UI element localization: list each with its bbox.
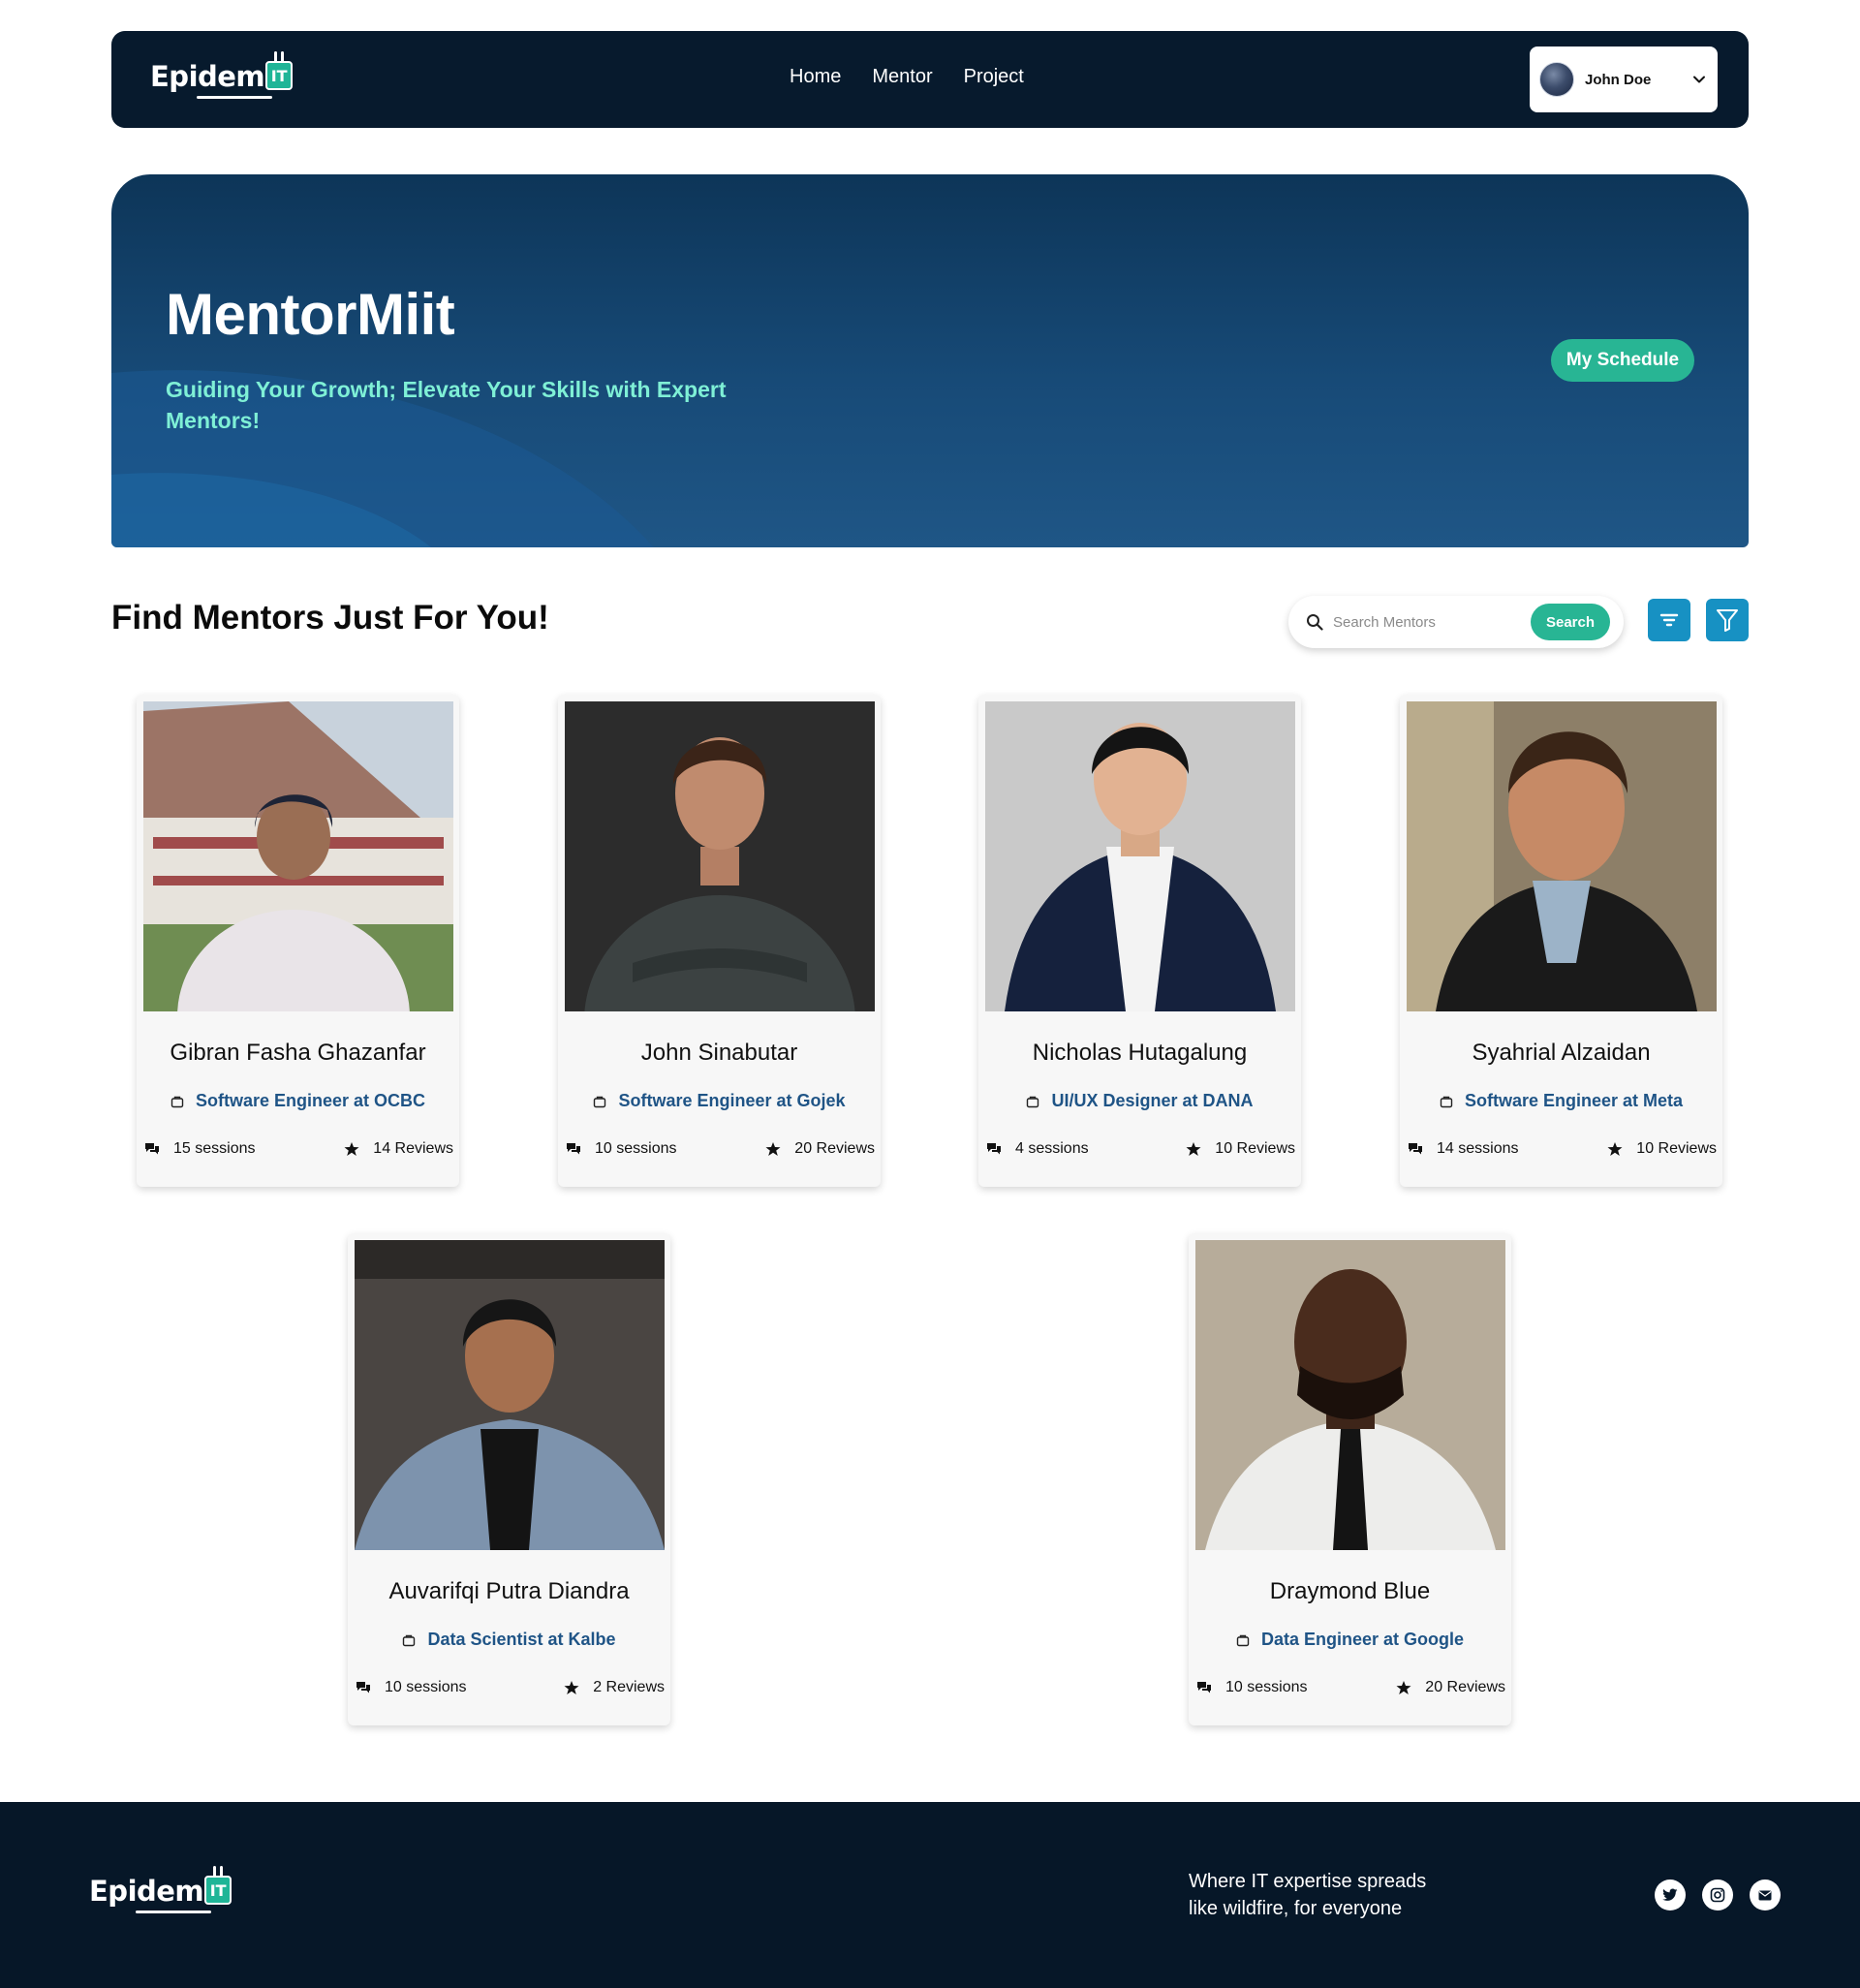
footer-tagline: Where IT expertise spreads like wildfire… xyxy=(1189,1871,1427,1919)
mentor-photo xyxy=(355,1240,665,1550)
chat-bubbles-icon xyxy=(567,1143,580,1155)
user-avatar xyxy=(1539,62,1574,97)
mentor-card[interactable]: Auvarifqi Putra Diandra Data Scientist a… xyxy=(348,1233,670,1725)
nav-link-home[interactable]: Home xyxy=(790,66,841,88)
instagram-icon xyxy=(1710,1887,1725,1903)
filter-funnel-icon xyxy=(1717,609,1738,632)
user-menu-dropdown[interactable]: John Doe xyxy=(1530,47,1718,112)
mentor-stats: 4 sessions 10 Reviews xyxy=(986,1140,1295,1158)
sort-button[interactable] xyxy=(1648,599,1690,641)
star-icon xyxy=(564,1681,579,1694)
twitter-icon xyxy=(1662,1888,1678,1901)
review-count: 10 Reviews xyxy=(1215,1140,1295,1157)
briefcase-icon xyxy=(1440,1096,1453,1107)
session-count: 15 sessions xyxy=(173,1140,256,1157)
mentor-role: Software Engineer at OCBC xyxy=(137,1091,459,1111)
mentor-name: Auvarifqi Putra Diandra xyxy=(388,1578,630,1604)
search-input[interactable] xyxy=(1333,613,1531,631)
briefcase-icon xyxy=(1236,1634,1250,1646)
mentor-card[interactable]: Syahrial Alzaidan Software Engineer at M… xyxy=(1400,695,1722,1187)
epidemit-logo[interactable]: Epidem IT xyxy=(150,51,294,99)
session-count: 10 sessions xyxy=(595,1140,677,1157)
star-icon xyxy=(765,1142,781,1156)
briefcase-icon xyxy=(170,1096,184,1107)
search-icon xyxy=(1307,614,1323,631)
chat-bubbles-icon xyxy=(356,1682,370,1693)
star-icon xyxy=(344,1142,359,1156)
my-schedule-button[interactable]: My Schedule xyxy=(1551,339,1694,382)
mentor-role: Software Engineer at Meta xyxy=(1400,1091,1722,1111)
mentor-photo xyxy=(985,701,1295,1011)
review-count: 10 Reviews xyxy=(1636,1140,1717,1157)
chat-bubbles-icon xyxy=(145,1143,159,1155)
star-icon xyxy=(1607,1142,1623,1156)
mentor-role: UI/UX Designer at DANA xyxy=(978,1091,1301,1111)
session-count: 10 sessions xyxy=(1225,1679,1308,1695)
site-footer: Epidem IT Where IT expertise spreads lik… xyxy=(0,1802,1860,1988)
chat-bubbles-icon xyxy=(1197,1682,1211,1693)
search-button[interactable]: Search xyxy=(1531,604,1610,640)
star-icon xyxy=(1396,1681,1411,1694)
mentor-photo xyxy=(565,701,875,1011)
footer-logo[interactable]: Epidem IT xyxy=(89,1866,232,1913)
nav-link-project[interactable]: Project xyxy=(964,66,1024,88)
nav-link-mentor[interactable]: Mentor xyxy=(872,66,932,88)
mentor-role: Data Scientist at Kalbe xyxy=(348,1630,670,1650)
chevron-down-icon xyxy=(1693,76,1705,83)
mentor-stats: 15 sessions 14 Reviews xyxy=(144,1140,453,1158)
chat-bubbles-icon xyxy=(987,1143,1001,1155)
star-icon xyxy=(1186,1142,1201,1156)
logo-plug-badge: IT xyxy=(204,1866,232,1905)
email-link[interactable] xyxy=(1750,1879,1781,1910)
user-name: John Doe xyxy=(1585,71,1652,88)
mentor-search-bar: Search xyxy=(1288,596,1624,648)
mentor-name: John Sinabutar xyxy=(640,1040,798,1066)
mentor-card[interactable]: Nicholas Hutagalung UI/UX Designer at DA… xyxy=(978,695,1301,1187)
hero-wave-decoration xyxy=(111,370,654,547)
mentor-role: Software Engineer at Gojek xyxy=(558,1091,881,1111)
sort-icon xyxy=(1659,613,1679,627)
mentor-name: Draymond Blue xyxy=(1269,1578,1431,1604)
mail-icon xyxy=(1758,1890,1772,1900)
hero-subtitle: Guiding Your Growth; Elevate Your Skills… xyxy=(166,377,727,433)
mentor-photo xyxy=(1195,1240,1505,1550)
mentor-stats: 10 sessions 20 Reviews xyxy=(1196,1679,1505,1696)
main-nav: Home Mentor Project xyxy=(790,66,1024,88)
review-count: 20 Reviews xyxy=(1425,1679,1505,1695)
session-count: 4 sessions xyxy=(1015,1140,1089,1157)
mentor-card[interactable]: John Sinabutar Software Engineer at Goje… xyxy=(558,695,881,1187)
review-count: 14 Reviews xyxy=(373,1140,453,1157)
mentor-card[interactable]: Gibran Fasha Ghazanfar Software Engineer… xyxy=(137,695,459,1187)
social-links xyxy=(1655,1879,1781,1910)
section-title: Find Mentors Just For You! xyxy=(111,599,549,637)
hero-banner: MentorMiit Guiding Your Growth; Elevate … xyxy=(111,174,1749,547)
chat-bubbles-icon xyxy=(1409,1143,1422,1155)
mentor-photo xyxy=(143,701,453,1011)
top-navbar: Epidem IT Home Mentor Project John Doe xyxy=(111,31,1749,128)
mentor-name: Nicholas Hutagalung xyxy=(1032,1040,1248,1066)
mentor-role: Data Engineer at Google xyxy=(1189,1630,1511,1650)
filter-button[interactable] xyxy=(1706,599,1749,641)
instagram-link[interactable] xyxy=(1702,1879,1733,1910)
session-count: 14 sessions xyxy=(1437,1140,1519,1157)
mentor-card[interactable]: Draymond Blue Data Engineer at Google 10… xyxy=(1189,1233,1511,1725)
review-count: 20 Reviews xyxy=(794,1140,875,1157)
briefcase-icon xyxy=(1027,1096,1039,1107)
review-count: 2 Reviews xyxy=(593,1679,665,1695)
briefcase-icon xyxy=(403,1634,416,1646)
mentor-photo xyxy=(1407,701,1717,1011)
session-count: 10 sessions xyxy=(385,1679,467,1695)
hero-title: MentorMiit xyxy=(166,282,455,347)
mentor-stats: 10 sessions 2 Reviews xyxy=(356,1679,665,1696)
mentor-stats: 10 sessions 20 Reviews xyxy=(566,1140,875,1158)
briefcase-icon xyxy=(594,1096,606,1107)
mentor-name: Gibran Fasha Ghazanfar xyxy=(170,1040,426,1066)
twitter-link[interactable] xyxy=(1655,1879,1686,1910)
logo-plug-badge: IT xyxy=(265,51,294,90)
mentor-name: Syahrial Alzaidan xyxy=(1472,1040,1651,1066)
mentor-stats: 14 sessions 10 Reviews xyxy=(1408,1140,1717,1158)
